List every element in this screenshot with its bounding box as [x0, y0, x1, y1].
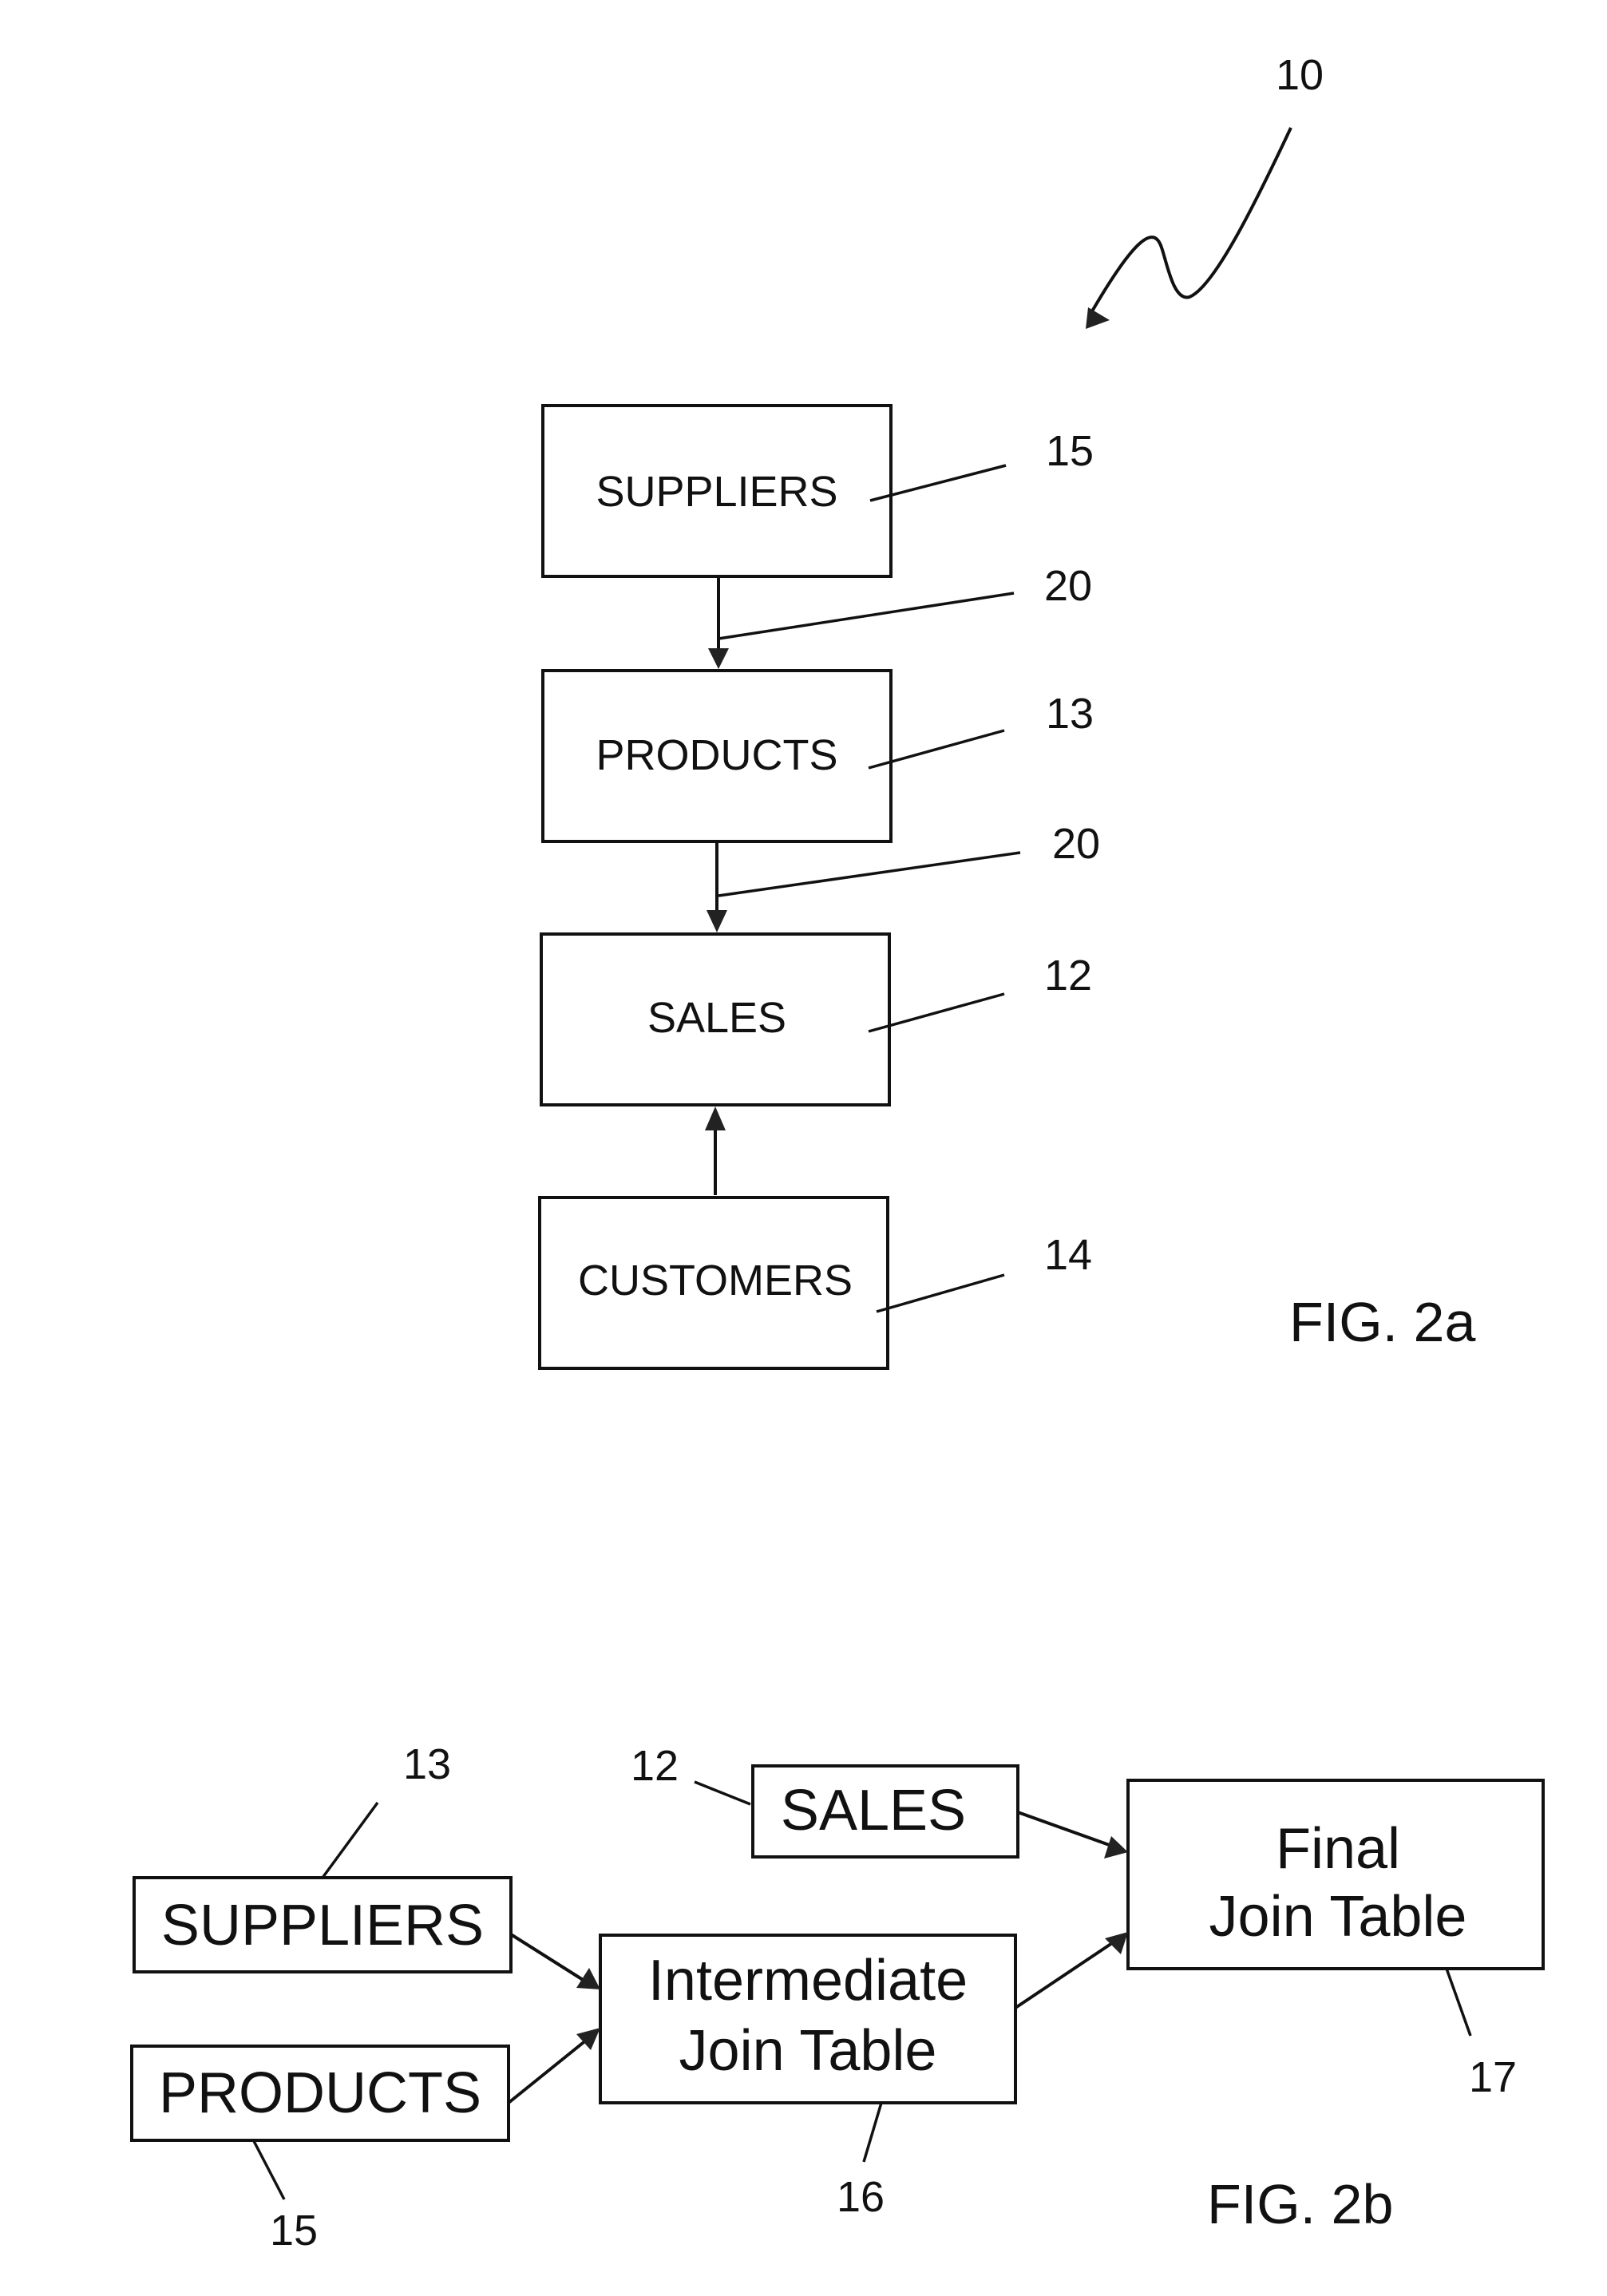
ref-label-20b: 20: [1052, 820, 1100, 868]
leader-line-16: [862, 2102, 883, 2163]
arrowhead-icon: [1105, 1932, 1128, 1954]
arrowhead-down-icon: [707, 910, 727, 932]
leader-line-20a: [718, 592, 1015, 640]
arrowhead-down-icon: [708, 648, 729, 669]
ref-label-12: 12: [1044, 952, 1092, 1000]
connector-intermediate-final: [1014, 1940, 1116, 2009]
figure-2b: SUPPLIERS 13 PRODUCTS 15 SALES 12 Interm…: [130, 1740, 1545, 2254]
leader-line-15-2b: [252, 2140, 286, 2200]
patent-drawing-canvas: 10 SUPPLIERS 15 20 PRODUCTS 13 20 SALES …: [130, 51, 1545, 2254]
table-label-sales: SALES: [647, 994, 786, 1042]
squiggle-leader-arrow: [1088, 127, 1292, 317]
table-label-sales-2b: SALES: [781, 1779, 966, 1843]
connector-suppliers-intermediate: [509, 1933, 588, 1984]
ref-label-15: 15: [1046, 427, 1094, 475]
leader-line-17: [1445, 1968, 1472, 2037]
ref-label-13-2b: 13: [403, 1740, 451, 1788]
table-label-final-line1: Final: [1276, 1817, 1400, 1881]
table-label-products-2b: PRODUCTS: [159, 2061, 481, 2125]
table-label-final-line2: Join Table: [1209, 1885, 1467, 1949]
connector-products-intermediate: [507, 2038, 588, 2104]
arrowhead-up-icon: [705, 1106, 726, 1130]
leader-line-13-2b: [321, 1801, 379, 1879]
ref-label-10: 10: [1276, 51, 1324, 99]
connector-sales-final: [1017, 1811, 1114, 1848]
ref-label-14: 14: [1044, 1231, 1092, 1279]
ref-label-20a: 20: [1044, 562, 1092, 610]
table-label-products: PRODUCTS: [596, 731, 837, 779]
table-label-suppliers: SUPPLIERS: [596, 468, 837, 516]
leader-line-14: [876, 1273, 1005, 1313]
ref-label-17: 17: [1469, 2053, 1517, 2101]
table-label-suppliers-2b: SUPPLIERS: [161, 1894, 484, 1958]
leader-line-12-2b: [694, 1780, 751, 1806]
table-label-intermediate-line2: Join Table: [679, 2019, 937, 2083]
arrowhead-icon: [1104, 1836, 1128, 1859]
leader-line-20b: [718, 851, 1021, 897]
table-label-customers: CUSTOMERS: [578, 1257, 853, 1304]
table-label-intermediate-line1: Intermediate: [648, 1949, 968, 2013]
ref-label-15-2b: 15: [270, 2207, 318, 2254]
ref-label-13: 13: [1046, 690, 1094, 738]
ref-label-16: 16: [837, 2173, 885, 2221]
figure-caption-2b: FIG. 2b: [1207, 2173, 1393, 2235]
squiggle-arrowhead-icon: [1086, 307, 1110, 329]
figure-2a: 10 SUPPLIERS 15 20 PRODUCTS 13 20 SALES …: [538, 51, 1475, 1370]
figure-caption-2a: FIG. 2a: [1289, 1291, 1475, 1353]
ref-label-12-2b: 12: [631, 1742, 679, 1790]
